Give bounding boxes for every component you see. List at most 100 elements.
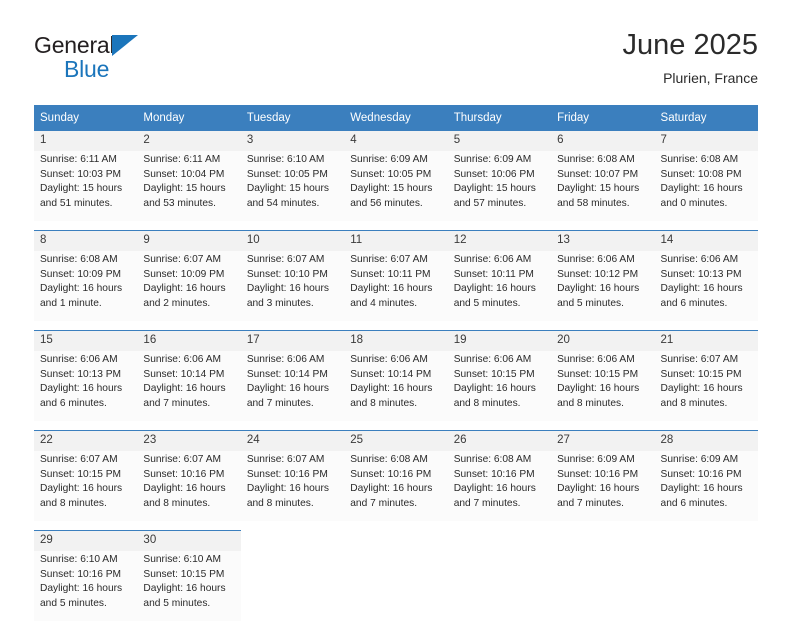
day-cell[interactable]: Sunrise: 6:08 AM Sunset: 10:09 PM Daylig… [34,251,138,321]
calendar-table: Sunday Monday Tuesday Wednesday Thursday… [34,105,758,621]
day-number[interactable]: 22 [34,430,138,451]
sunrise-text: Sunrise: 6:10 AM [143,554,222,565]
day-cell[interactable]: Sunrise: 6:09 AM Sunset: 10:16 PM Daylig… [551,451,655,521]
day-number[interactable]: 16 [137,330,241,351]
weekday-header-tuesday: Tuesday [240,105,345,130]
sunrise-text: Sunrise: 6:06 AM [350,354,428,365]
sunset-text: Sunset: 10:12 PM [557,268,639,280]
day-number[interactable]: 2 [137,130,241,151]
day-number[interactable]: 3 [240,130,345,151]
sunrise-text: Sunrise: 6:06 AM [143,354,222,365]
day-number[interactable]: 10 [240,230,345,251]
week-row-daynumbers: 1 2 3 4 5 6 7 [34,130,758,151]
day-cell[interactable]: Sunrise: 6:08 AM Sunset: 10:07 PM Daylig… [551,151,655,221]
day-number[interactable]: 20 [551,330,655,351]
day-number[interactable]: 11 [344,230,448,251]
day-cell[interactable]: Sunrise: 6:11 AM Sunset: 10:03 PM Daylig… [34,151,138,221]
daylight-text-line2: and 0 minutes. [660,197,728,209]
daylight-text-line2: and 57 minutes. [453,197,527,209]
sunset-text: Sunset: 10:04 PM [143,168,225,180]
daylight-text-line2: and 6 minutes. [660,297,728,309]
sunset-text: Sunset: 10:13 PM [40,368,121,380]
day-number[interactable]: 17 [240,330,345,351]
sunrise-text: Sunrise: 6:07 AM [40,454,118,465]
day-cell[interactable]: Sunrise: 6:06 AM Sunset: 10:15 PM Daylig… [447,351,552,421]
daylight-text-line2: and 8 minutes. [246,497,314,509]
day-number[interactable]: 9 [137,230,241,251]
title-block: June 2025 Plurien, France [623,28,758,88]
general-blue-logo[interactable]: General Blue [34,32,234,88]
sunset-text: Sunset: 10:15 PM [40,468,121,480]
daylight-text-line1: Daylight: 16 hours [350,283,433,295]
day-number[interactable]: 14 [654,230,758,251]
day-number[interactable]: 27 [551,430,655,451]
day-cell[interactable]: Sunrise: 6:08 AM Sunset: 10:16 PM Daylig… [447,451,552,521]
day-number[interactable]: 30 [137,530,241,551]
day-cell[interactable]: Sunrise: 6:06 AM Sunset: 10:14 PM Daylig… [240,351,345,421]
day-cell[interactable]: Sunrise: 6:09 AM Sunset: 10:06 PM Daylig… [447,151,552,221]
sunrise-text: Sunrise: 6:06 AM [246,354,325,365]
day-cell[interactable]: Sunrise: 6:07 AM Sunset: 10:11 PM Daylig… [344,251,448,321]
day-number[interactable]: 4 [344,130,448,151]
day-number[interactable]: 24 [240,430,345,451]
day-cell[interactable]: Sunrise: 6:11 AM Sunset: 10:04 PM Daylig… [137,151,241,221]
sunrise-text: Sunrise: 6:07 AM [143,254,222,265]
page-subtitle-location: Plurien, France [663,70,758,86]
weekday-header-saturday: Saturday [654,105,758,130]
day-number[interactable]: 13 [551,230,655,251]
day-cell[interactable]: Sunrise: 6:09 AM Sunset: 10:16 PM Daylig… [654,451,758,521]
day-number[interactable]: 1 [34,130,138,151]
day-number[interactable]: 21 [654,330,758,351]
day-cell[interactable]: Sunrise: 6:08 AM Sunset: 10:16 PM Daylig… [344,451,448,521]
page-header: General Blue June 2025 Plurien, France [34,28,758,94]
day-cell[interactable]: Sunrise: 6:07 AM Sunset: 10:16 PM Daylig… [240,451,345,521]
sunrise-text: Sunrise: 6:08 AM [557,154,635,165]
daylight-text-line2: and 1 minute. [40,297,102,309]
sunrise-text: Sunrise: 6:08 AM [660,154,739,165]
day-cell[interactable]: Sunrise: 6:10 AM Sunset: 10:16 PM Daylig… [34,551,138,621]
daylight-text-line2: and 2 minutes. [143,297,211,309]
day-cell[interactable]: Sunrise: 6:06 AM Sunset: 10:13 PM Daylig… [34,351,138,421]
sunrise-text: Sunrise: 6:08 AM [453,454,532,465]
day-number[interactable]: 19 [447,330,552,351]
day-number[interactable]: 6 [551,130,655,151]
daylight-text-line1: Daylight: 16 hours [557,483,640,495]
day-number[interactable]: 29 [34,530,138,551]
page-title: June 2025 [622,29,758,61]
day-number[interactable]: 5 [447,130,552,151]
day-cell[interactable]: Sunrise: 6:06 AM Sunset: 10:14 PM Daylig… [344,351,448,421]
day-number[interactable]: 7 [654,130,758,151]
day-number[interactable]: 23 [137,430,241,451]
day-cell[interactable]: Sunrise: 6:06 AM Sunset: 10:11 PM Daylig… [447,251,552,321]
day-cell[interactable]: Sunrise: 6:07 AM Sunset: 10:10 PM Daylig… [240,251,345,321]
daylight-text-line2: and 6 minutes. [40,397,107,409]
day-cell[interactable]: Sunrise: 6:08 AM Sunset: 10:08 PM Daylig… [654,151,758,221]
day-number[interactable]: 28 [654,430,758,451]
day-cell[interactable]: Sunrise: 6:07 AM Sunset: 10:15 PM Daylig… [34,451,138,521]
day-number[interactable]: 26 [447,430,552,451]
daylight-text-line2: and 53 minutes. [143,197,216,209]
day-cell[interactable]: Sunrise: 6:09 AM Sunset: 10:05 PM Daylig… [344,151,448,221]
day-cell[interactable]: Sunrise: 6:06 AM Sunset: 10:13 PM Daylig… [654,251,758,321]
empty-day-cell [344,551,448,621]
day-number[interactable]: 15 [34,330,138,351]
day-number[interactable]: 25 [344,430,448,451]
daylight-text-line1: Daylight: 16 hours [40,383,123,395]
day-cell[interactable]: Sunrise: 6:06 AM Sunset: 10:15 PM Daylig… [551,351,655,421]
day-number[interactable]: 18 [344,330,448,351]
day-cell[interactable]: Sunrise: 6:10 AM Sunset: 10:15 PM Daylig… [137,551,241,621]
day-cell[interactable]: Sunrise: 6:07 AM Sunset: 10:15 PM Daylig… [654,351,758,421]
daylight-text-line1: Daylight: 16 hours [143,583,226,595]
empty-day-cell [447,551,552,621]
daylight-text-line2: and 7 minutes. [143,397,211,409]
day-cell[interactable]: Sunrise: 6:07 AM Sunset: 10:16 PM Daylig… [137,451,241,521]
day-cell[interactable]: Sunrise: 6:06 AM Sunset: 10:14 PM Daylig… [137,351,241,421]
sunset-text: Sunset: 10:10 PM [246,268,328,280]
day-number[interactable]: 12 [447,230,552,251]
week-row-details: Sunrise: 6:06 AM Sunset: 10:13 PM Daylig… [34,351,758,421]
day-cell[interactable]: Sunrise: 6:10 AM Sunset: 10:05 PM Daylig… [240,151,345,221]
day-cell[interactable]: Sunrise: 6:06 AM Sunset: 10:12 PM Daylig… [551,251,655,321]
day-number[interactable]: 8 [34,230,138,251]
day-cell[interactable]: Sunrise: 6:07 AM Sunset: 10:09 PM Daylig… [137,251,241,321]
sunrise-text: Sunrise: 6:09 AM [557,454,635,465]
